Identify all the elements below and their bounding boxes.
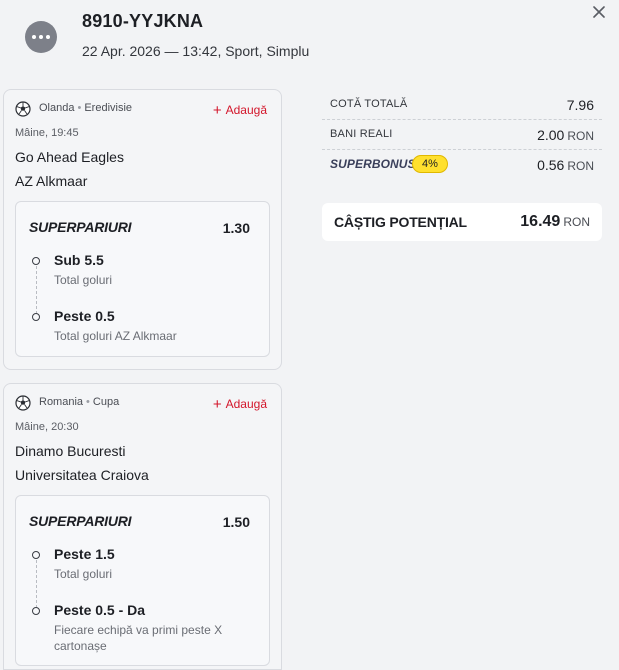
home-team: Go Ahead Eagles [15,149,124,165]
stake-value-wrap: 2.00 RON [537,127,594,143]
bet-odd: 1.50 [222,514,250,530]
away-team: Universitatea Craiova [15,467,149,483]
superbonus-row: SUPERBONUS 4% 0.56 RON [322,150,602,180]
separator-dot: • [77,102,82,114]
total-odds-row: COTĂ TOTALĂ 7.96 [322,90,602,120]
selection-dot [32,607,40,615]
ticket-header: 8910-YYJKNA 22 Apr. 2026 — 13:42, Sport,… [0,0,619,78]
soccer-ball-icon [15,101,31,117]
ticket-id: 8910-YYJKNA [82,11,204,31]
add-event-button[interactable]: + Adaugă [212,395,267,413]
superbonus-badge: 4% [412,155,448,173]
soccer-ball-icon [15,395,31,411]
bet-type-label: SUPERPARIURI [29,219,132,235]
selection-connector [36,560,37,608]
selection-name: Peste 1.5 [54,546,115,562]
selection-name: Peste 0.5 - Da [54,602,146,618]
event-card: Romania • Cupa + Adaugă Mâine, 20:30 Dinamo… [3,383,282,670]
superbonus-label: SUPERBONUS [330,157,416,171]
potential-win-currency: RON [563,215,590,229]
bet-odd: 1.30 [222,220,250,236]
close-icon [593,6,605,18]
superbonus-value-wrap: 0.56 RON [537,157,594,173]
add-event-button[interactable]: + Adaugă [212,101,267,119]
away-team: AZ Alkmaar [15,173,88,189]
stake-label: BANI REALI [330,128,393,140]
more-dot [46,35,50,39]
add-label: Adaugă [225,397,267,411]
league-name: Eredivisie [84,102,133,114]
ticket-summary: COTĂ TOTALĂ 7.96 BANI REALI 2.00 RON SUPE… [322,90,602,180]
separator-dot: • [86,396,90,408]
event-time: Mâine, 19:45 [15,127,79,139]
superbonus-value: 0.56 [537,157,565,173]
league-row: Olanda • Eredivisie + Adaugă [15,101,267,119]
plus-icon: + [212,102,222,119]
selection-name: Peste 0.5 [54,308,115,324]
add-label: Adaugă [225,103,267,117]
selection-dot [32,313,40,321]
superpariuri-box: SUPERPARIURI 1.50 Peste 1.5 Total goluri… [15,495,270,666]
selection-market: Total goluri [54,273,113,287]
country-name: Romania [39,396,84,408]
ticket-meta: 22 Apr. 2026 — 13:42, Sport, Simplu [82,43,310,59]
more-dots-icon [32,35,36,39]
more-dot [39,35,43,39]
selection-connector [36,266,37,314]
selection-market: Total goluri [54,567,113,581]
league-label: Olanda • Eredivisie [39,102,132,114]
league-label: Romania • Cupa [39,396,119,408]
more-options-button[interactable] [25,21,57,53]
selection-dot [32,257,40,265]
bet-type-label: SUPERPARIURI [29,513,132,529]
country-name: Olanda [39,102,75,114]
plus-icon: + [212,396,222,413]
stake-currency: RON [567,129,594,143]
event-time: Mâine, 20:30 [15,421,79,433]
stake-value: 2.00 [537,127,565,143]
total-odds-label: COTĂ TOTALĂ [330,98,408,110]
total-odds-value: 7.96 [566,97,594,113]
selection-dot [32,551,40,559]
potential-win-label: CÂȘTIG POTENȚIAL [334,214,467,230]
potential-win-box: CÂȘTIG POTENȚIAL 16.49 RON [322,203,602,241]
home-team: Dinamo Bucuresti [15,443,126,459]
stake-row: BANI REALI 2.00 RON [322,120,602,150]
event-card: Olanda • Eredivisie + Adaugă Mâine, 19:45 G… [3,89,282,370]
close-button[interactable] [590,3,608,21]
selection-market: Total goluri AZ Alkmaar [54,329,177,343]
selection-market: Fiecare echipă va primi peste X cartonaș… [54,623,223,653]
potential-win-value-wrap: 16.49 RON [520,213,590,231]
superpariuri-box: SUPERPARIURI 1.30 Sub 5.5 Total goluri P… [15,201,270,357]
potential-win-value: 16.49 [520,213,561,230]
league-row: Romania • Cupa + Adaugă [15,395,267,413]
superbonus-currency: RON [567,159,594,173]
league-name: Cupa [92,396,120,408]
selection-name: Sub 5.5 [54,252,104,268]
